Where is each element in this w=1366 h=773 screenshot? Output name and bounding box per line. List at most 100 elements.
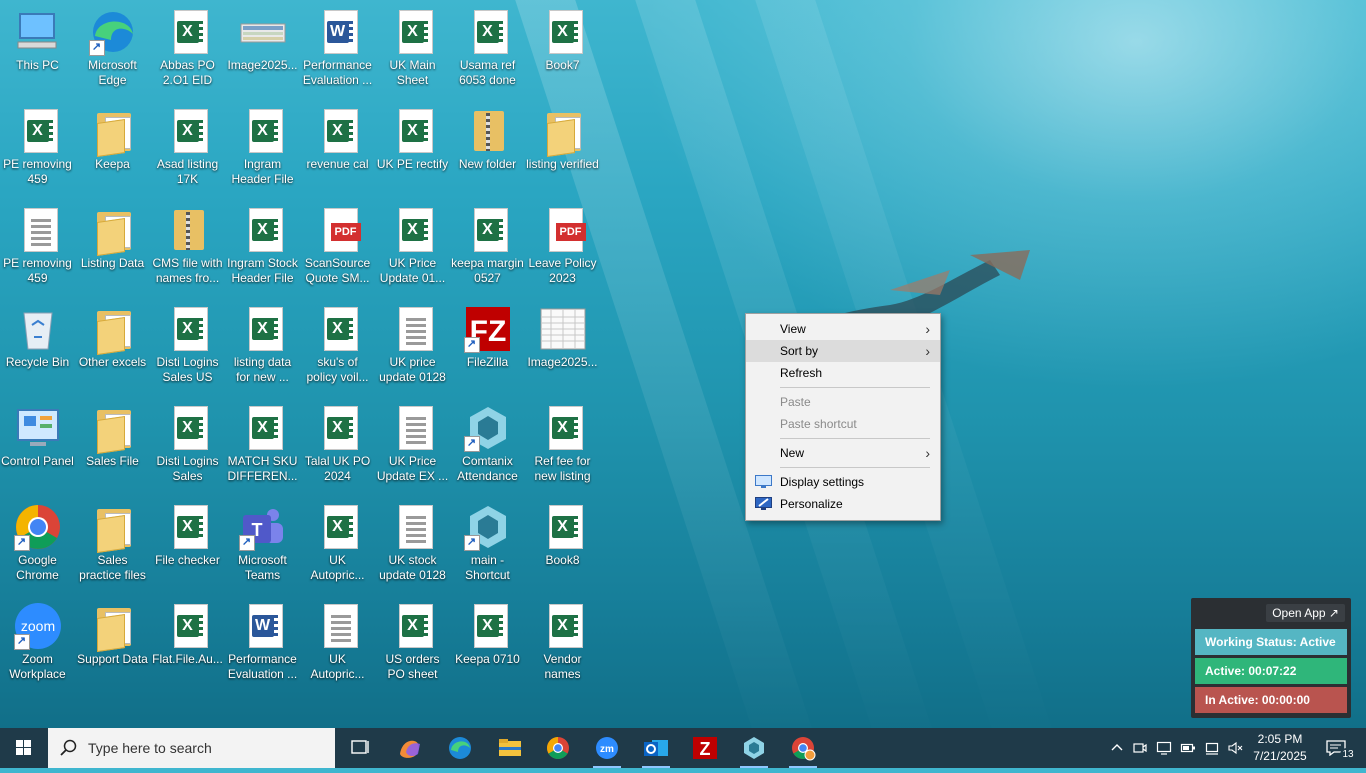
desktop-icon[interactable]: Recycle Bin: [0, 299, 75, 391]
desktop-icon[interactable]: ↗ Google Chrome: [0, 497, 75, 589]
system-tray: [1105, 728, 1245, 768]
desktop-icon[interactable]: X MATCH SKU DIFFEREN...: [225, 398, 300, 490]
desktop-icon[interactable]: X Ref fee for new listing: [525, 398, 600, 490]
desktop-icon[interactable]: ↗ Microsoft Edge: [75, 2, 150, 94]
desktop-icon-label: Asad listing 17K: [156, 157, 219, 186]
network-icon[interactable]: [1204, 740, 1220, 756]
desktop-icon[interactable]: Sales File: [75, 398, 150, 490]
desktop-icon[interactable]: X UK Autopric...: [300, 497, 375, 589]
volume-muted-icon[interactable]: [1227, 740, 1243, 756]
menu-item-view[interactable]: View ›: [746, 318, 940, 340]
desktop-icon-glyph: [14, 8, 62, 56]
menu-item-paste-shortcut[interactable]: Paste shortcut: [746, 413, 940, 435]
desktop-icon[interactable]: W Performance Evaluation ...: [225, 596, 300, 688]
desktop-icon[interactable]: X Flat.File.Au...: [150, 596, 225, 688]
copilot-button[interactable]: [390, 732, 430, 764]
desktop-icon[interactable]: X Talal UK PO 2024: [300, 398, 375, 490]
shortcut-arrow-icon: ↗: [88, 40, 105, 56]
desktop-icon[interactable]: UK Price Update EX ...: [375, 398, 450, 490]
desktop-icon[interactable]: Other excels: [75, 299, 150, 391]
desktop-icon[interactable]: X Asad listing 17K: [150, 101, 225, 193]
text-file-icon: [23, 208, 58, 252]
chrome-profile-taskbar-button[interactable]: [783, 732, 823, 768]
desktop-icon[interactable]: This PC: [0, 2, 75, 94]
desktop-icon[interactable]: Image2025...: [225, 2, 300, 94]
desktop-icon[interactable]: X UK Main Sheet: [375, 2, 450, 94]
desktop-icon[interactable]: X Disti Logins Sales: [150, 398, 225, 490]
file-explorer-button[interactable]: [490, 732, 530, 764]
desktop-icon[interactable]: PE removing 459: [0, 200, 75, 292]
desktop-icon[interactable]: ↗ main - Shortcut: [450, 497, 525, 589]
desktop-icon[interactable]: Support Data: [75, 596, 150, 688]
taskbar-clock[interactable]: 2:05 PM 7/21/2025: [1250, 731, 1310, 765]
desktop-icon[interactable]: W Performance Evaluation ...: [300, 2, 375, 94]
desktop-icon[interactable]: X Usama ref 6053 done: [450, 2, 525, 94]
menu-item-sort-by[interactable]: Sort by ›: [746, 340, 940, 362]
desktop-icon[interactable]: X Abbas PO 2.O1 EID: [150, 2, 225, 94]
text-file-icon: [323, 604, 358, 648]
menu-item-paste-shortcut-label: Paste shortcut: [780, 417, 857, 431]
desktop-icon[interactable]: listing verified: [525, 101, 600, 193]
desktop-icon[interactable]: zoom ↗ Zoom Workplace: [0, 596, 75, 688]
desktop-icon[interactable]: UK Autopric...: [300, 596, 375, 688]
desktop-icon[interactable]: Keepa: [75, 101, 150, 193]
desktop-icon[interactable]: Sales practice files: [75, 497, 150, 589]
chevron-up-icon[interactable]: [1109, 740, 1125, 756]
desktop-icon[interactable]: FZ ↗ FileZilla: [450, 299, 525, 391]
desktop-icon[interactable]: X Ingram Stock Header File: [225, 200, 300, 292]
taskbar-search[interactable]: Type here to search: [48, 728, 335, 768]
menu-item-display-settings[interactable]: Display settings: [746, 471, 940, 493]
menu-item-new[interactable]: New ›: [746, 442, 940, 464]
camera-icon[interactable]: [1132, 740, 1148, 756]
excel-file-icon: X: [473, 10, 508, 54]
edge-icon: [449, 737, 471, 759]
shortcut-arrow-icon: ↗: [463, 337, 480, 353]
notification-center-button[interactable]: 13: [1318, 728, 1362, 768]
task-view-button[interactable]: [340, 732, 380, 764]
desktop-icon[interactable]: Listing Data: [75, 200, 150, 292]
windows-logo-icon: [16, 740, 31, 755]
display-icon[interactable]: [1156, 740, 1172, 756]
desktop-icon[interactable]: PDF Leave Policy 2023: [525, 200, 600, 292]
comtanix-taskbar-button[interactable]: [734, 732, 774, 768]
desktop-icon[interactable]: Xkeepa margin 0527: [450, 200, 525, 292]
desktop-icon[interactable]: New folder: [450, 101, 525, 193]
desktop-icon[interactable]: Image2025...: [525, 299, 600, 391]
desktop-icon[interactable]: UK price update 0128: [375, 299, 450, 391]
menu-item-personalize[interactable]: Personalize: [746, 493, 940, 515]
desktop-icon-label: CMS file with names fro...: [152, 256, 223, 285]
zoom-taskbar-button[interactable]: zm: [587, 732, 627, 768]
menu-item-refresh[interactable]: Refresh: [746, 362, 940, 384]
desktop-icon[interactable]: X UK Price Update 01...: [375, 200, 450, 292]
outlook-taskbar-button[interactable]: [636, 732, 676, 768]
desktop-icon[interactable]: CMS file with names fro...: [150, 200, 225, 292]
desktop-icon[interactable]: X PE removing 459: [0, 101, 75, 193]
desktop-icon[interactable]: UK stock update 0128: [375, 497, 450, 589]
start-button[interactable]: [0, 728, 48, 768]
desktop-icon[interactable]: X File checker: [150, 497, 225, 589]
desktop-icon[interactable]: X Disti Logins Sales US: [150, 299, 225, 391]
desktop-icon[interactable]: X UK PE rectify: [375, 101, 450, 193]
desktop-icon[interactable]: X Ingram Header File: [225, 101, 300, 193]
desktop-icon[interactable]: T ↗ Microsoft Teams: [225, 497, 300, 589]
desktop-icon-glyph: [89, 503, 137, 553]
desktop-icon-glyph: PDF: [314, 206, 362, 254]
desktop-icon[interactable]: X Vendor names: [525, 596, 600, 688]
desktop-icon[interactable]: X Book8: [525, 497, 600, 589]
desktop-icon[interactable]: Xsku's of policy voil...: [300, 299, 375, 391]
chrome-taskbar-button[interactable]: [538, 732, 578, 764]
desktop-icon[interactable]: Xrevenue cal: [300, 101, 375, 193]
desktop-icon[interactable]: X Book7: [525, 2, 600, 94]
desktop-icon[interactable]: PDF ScanSource Quote SM...: [300, 200, 375, 292]
desktop-icon-label: Talal UK PO 2024: [304, 454, 371, 483]
desktop-icon[interactable]: X Keepa 0710: [450, 596, 525, 688]
desktop-icon[interactable]: Control Panel: [0, 398, 75, 490]
menu-item-paste[interactable]: Paste: [746, 391, 940, 413]
open-app-button[interactable]: Open App ↗: [1266, 604, 1345, 622]
desktop-icon[interactable]: ↗ Comtanix Attendance: [450, 398, 525, 490]
battery-icon[interactable]: [1180, 740, 1196, 756]
desktop-icon[interactable]: Xlisting data for new ...: [225, 299, 300, 391]
edge-taskbar-button[interactable]: [440, 732, 480, 764]
desktop-icon[interactable]: X US orders PO sheet: [375, 596, 450, 688]
filezilla-taskbar-button[interactable]: Z: [685, 732, 725, 764]
